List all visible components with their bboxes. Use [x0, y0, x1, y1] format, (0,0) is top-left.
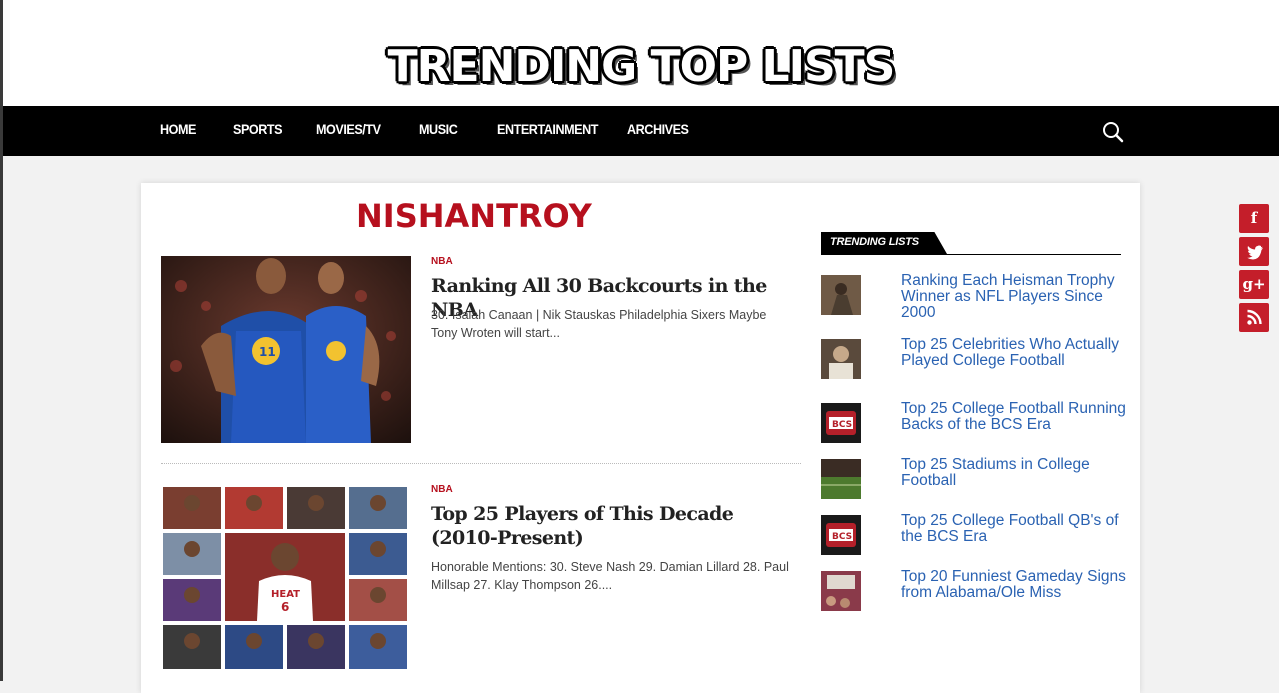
trending-thumbnail[interactable] — [821, 459, 861, 499]
post-divider — [161, 463, 801, 464]
post-excerpt: 30. Isaiah Canaan | Nik Stauskas Philade… — [431, 308, 767, 340]
nav-sports[interactable]: SPORTS — [233, 121, 283, 137]
rss-icon — [1247, 309, 1262, 325]
post-title[interactable]: Top 25 Players of This Decade (2010-Pres… — [431, 502, 781, 550]
trending-link[interactable]: Top 20 Funniest Gameday Signs from Alaba… — [901, 569, 1126, 601]
trending-link[interactable]: Top 25 College Football QB's of the BCS … — [901, 513, 1126, 545]
svg-text:BCS: BCS — [832, 532, 852, 542]
twitter-share-button[interactable] — [1239, 237, 1269, 266]
svg-text:HEAT: HEAT — [271, 589, 300, 600]
site-logo[interactable]: TRENDING TOP LISTS — [3, 42, 1279, 92]
trending-link[interactable]: Top 25 Stadiums in College Football — [901, 457, 1126, 489]
post-thumbnail-backcourts[interactable]: 11 — [161, 256, 411, 443]
main-nav: HOME SPORTS MOVIES/TV MUSIC ENTERTAINMEN… — [3, 106, 1279, 156]
trending-item[interactable]: Ranking Each Heisman Trophy Winner as NF… — [821, 273, 1126, 325]
trending-thumbnail[interactable]: BCS — [821, 403, 861, 443]
search-icon[interactable] — [1101, 120, 1125, 144]
trending-thumbnail[interactable] — [821, 339, 861, 379]
facebook-icon: f — [1250, 209, 1258, 227]
svg-text:BCS: BCS — [832, 420, 852, 430]
post-category[interactable]: NBA — [431, 256, 453, 267]
trending-item[interactable]: BCS Top 25 College Football Running Back… — [821, 401, 1126, 453]
main-content: NISHANTROY 11 NBA Ranking All 30 Backcou… — [141, 183, 1140, 693]
author-title: NISHANTROY — [356, 197, 592, 235]
rss-button[interactable] — [1239, 303, 1269, 332]
site-header: TRENDING TOP LISTS — [3, 0, 1279, 106]
trending-link[interactable]: Top 25 College Football Running Backs of… — [901, 401, 1126, 433]
nav-music[interactable]: MUSIC — [419, 121, 458, 137]
trending-thumbnail[interactable]: BCS — [821, 515, 861, 555]
widget-header: TRENDING LISTS — [821, 232, 1121, 255]
trending-thumbnail[interactable] — [821, 571, 861, 611]
trending-item[interactable]: BCS Top 25 College Football QB's of the … — [821, 513, 1126, 565]
trending-item[interactable]: Top 20 Funniest Gameday Signs from Alaba… — [821, 569, 1126, 621]
widget-title: TRENDING LISTS — [830, 236, 919, 248]
svg-text:11: 11 — [259, 345, 276, 359]
google-plus-icon: g+ — [1242, 275, 1266, 293]
nav-movies-tv[interactable]: MOVIES/TV — [316, 121, 381, 137]
trending-link[interactable]: Ranking Each Heisman Trophy Winner as NF… — [901, 273, 1126, 321]
trending-thumbnail[interactable] — [821, 275, 861, 315]
svg-text:6: 6 — [281, 600, 289, 614]
trending-item[interactable]: Top 25 Stadiums in College Football — [821, 457, 1126, 509]
nav-home[interactable]: HOME — [160, 121, 196, 137]
trending-link[interactable]: Top 25 Celebrities Who Actually Played C… — [901, 337, 1126, 369]
nav-entertainment[interactable]: ENTERTAINMENT — [497, 121, 598, 137]
twitter-icon — [1247, 245, 1263, 260]
google-plus-share-button[interactable]: g+ — [1239, 270, 1269, 299]
post-category[interactable]: NBA — [431, 484, 453, 495]
nav-archives[interactable]: ARCHIVES — [627, 121, 689, 137]
facebook-share-button[interactable]: f — [1239, 204, 1269, 233]
post-thumbnail-players-decade[interactable]: HEAT 6 — [161, 485, 411, 671]
trending-item[interactable]: Top 25 Celebrities Who Actually Played C… — [821, 337, 1126, 389]
post-excerpt: Honorable Mentions: 30. Steve Nash 29. D… — [431, 560, 789, 592]
